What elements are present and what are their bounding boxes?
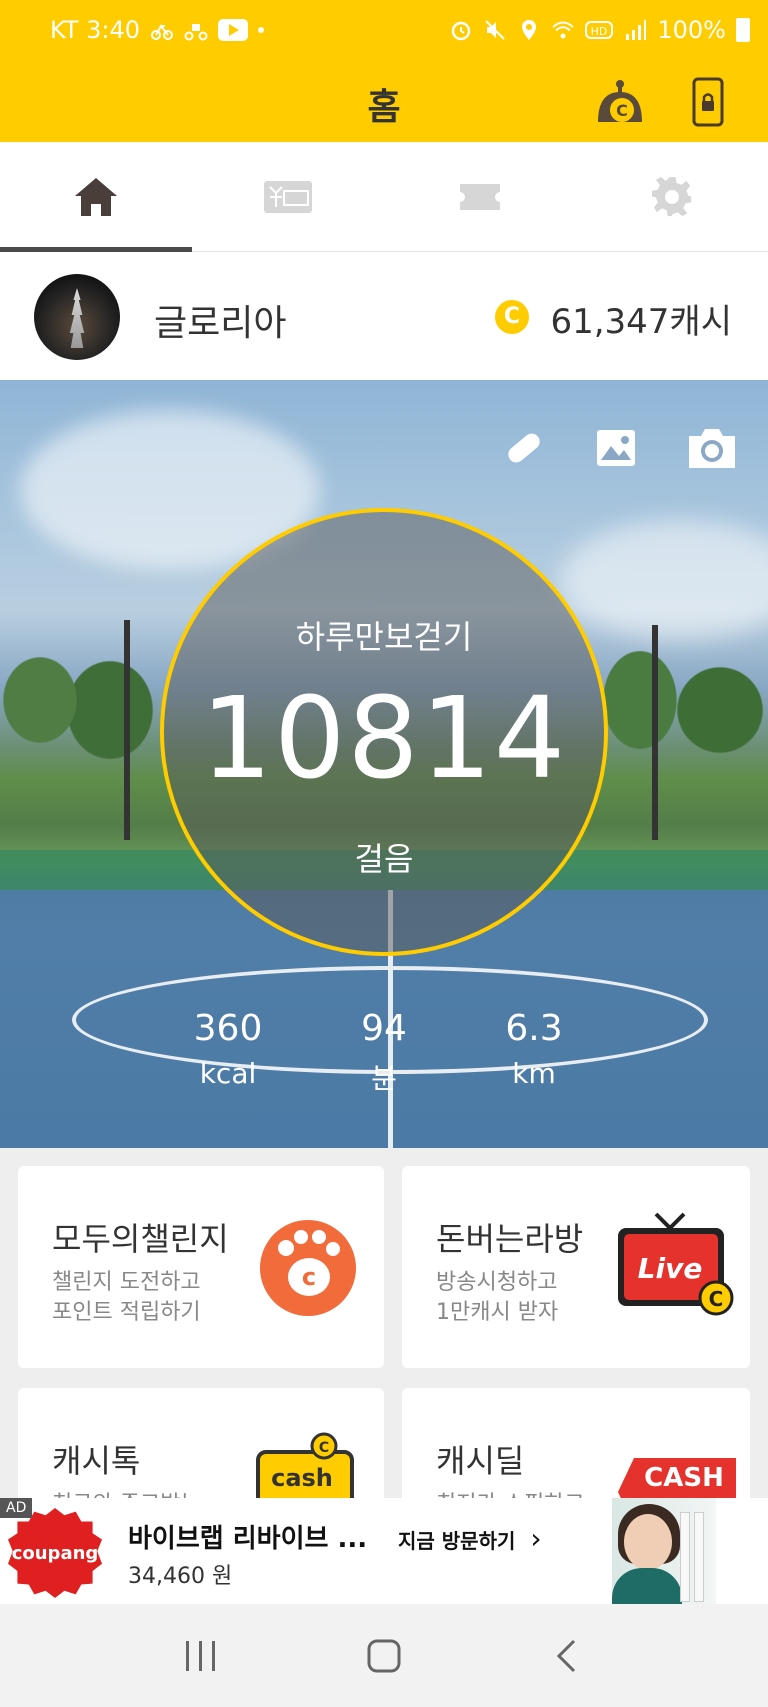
svg-text:C: C — [709, 1287, 724, 1311]
cash-character-button[interactable]: C — [592, 74, 648, 130]
app-header: 홈 C — [0, 60, 768, 142]
system-nav-bar — [0, 1604, 768, 1707]
pill-icon — [508, 433, 540, 463]
ad-visit-button[interactable]: 지금 방문하기 › — [398, 1522, 542, 1555]
cash-character-icon: C — [598, 80, 642, 122]
stat-calories-unit: kcal — [199, 1057, 257, 1090]
tab-ticket[interactable] — [384, 142, 576, 251]
cash-talk-icon: cash C — [256, 1432, 354, 1500]
gear-icon — [652, 176, 692, 216]
lock-screen-button[interactable] — [680, 74, 736, 130]
battery-percent: 100% — [657, 16, 726, 44]
chevron-right-icon: › — [530, 1522, 542, 1555]
card-live-broadcast[interactable]: 돈버는라방 방송시청하고 1만캐시 받자 Live C — [402, 1166, 750, 1368]
location-icon — [522, 20, 537, 40]
stat-minutes-unit: 분 — [371, 1062, 397, 1095]
svg-text:C: C — [319, 1440, 329, 1456]
battery-icon — [736, 18, 750, 42]
camera-icon — [689, 429, 735, 468]
paw-coin-icon: c — [260, 1220, 356, 1316]
step-counter-label: 하루만보걷기 — [295, 618, 473, 656]
card-cashtalk-title: 캐시톡 — [52, 1442, 141, 1480]
tab-gift[interactable] — [192, 142, 384, 251]
gallery-button[interactable] — [588, 420, 644, 476]
card-live-title: 돈버는라방 — [436, 1220, 584, 1258]
ad-banner[interactable]: coupang AD 바이브랩 리바이브 ... 34,460 원 지금 방문하… — [0, 1498, 768, 1604]
ad-product-image — [612, 1498, 716, 1604]
signal-icon — [626, 20, 647, 40]
stat-distance-unit: km — [512, 1057, 556, 1090]
home-icon — [75, 177, 117, 216]
step-count: 10814 — [200, 674, 568, 804]
svg-text:C: C — [616, 101, 628, 120]
page-title: 홈 — [367, 87, 401, 128]
pedometer-hero: 하루만보걷기 10814 걸음 360 kcal 94 분 6.3 km — [0, 380, 768, 1148]
step-unit: 걸음 — [354, 840, 414, 878]
youtube-icon — [218, 19, 249, 41]
card-challenge[interactable]: 모두의챌린지 챌린지 도전하고 포인트 적립하기 c — [18, 1166, 384, 1368]
home-circle-icon — [367, 1639, 401, 1672]
ad-title: 바이브랩 리바이브 ... — [128, 1524, 368, 1554]
phone-lock-icon — [692, 77, 724, 127]
card-challenge-subtitle: 챌린지 도전하고 포인트 적립하기 — [52, 1270, 201, 1325]
svg-text:cash: cash — [271, 1464, 333, 1492]
tab-settings[interactable] — [576, 142, 768, 251]
carrier-time: KT 3:40 — [50, 16, 141, 44]
bike-icon — [151, 24, 174, 40]
gift-coupon-icon — [264, 180, 312, 213]
ad-visit-label: 지금 방문하기 — [398, 1529, 516, 1553]
card-cashdeal-title: 캐시딜 — [436, 1442, 525, 1480]
image-icon — [597, 430, 635, 466]
avatar[interactable] — [34, 274, 120, 360]
svg-text:Live: Live — [638, 1252, 703, 1285]
svg-text:HD: HD — [591, 25, 608, 38]
tab-bar — [0, 142, 768, 252]
svg-text:CASH: CASH — [644, 1463, 724, 1493]
ad-price: 34,460 원 — [128, 1564, 233, 1589]
step-counter-ring[interactable]: 하루만보걷기 10814 걸음 — [160, 508, 608, 956]
notification-dot-icon — [258, 27, 265, 33]
wifi-icon — [552, 21, 575, 39]
hd-voice-icon: HD — [585, 21, 614, 39]
recent-apps-icon — [186, 1640, 216, 1671]
back-button[interactable] — [527, 1616, 607, 1696]
pill-button[interactable] — [496, 420, 552, 476]
tab-home[interactable] — [0, 142, 192, 252]
back-icon — [556, 1639, 575, 1672]
bike-delivery-icon — [184, 24, 208, 41]
ad-label: AD — [0, 1498, 33, 1518]
ticket-icon — [460, 183, 500, 210]
live-tv-icon: Live C — [618, 1212, 734, 1316]
stat-minutes-value: 94 — [361, 1008, 407, 1049]
cash-balance[interactable]: 61,347캐시 — [550, 294, 732, 343]
coupang-logo: coupang — [8, 1508, 102, 1598]
stat-distance-value: 6.3 — [505, 1008, 563, 1049]
cash-coin-icon: C — [495, 300, 529, 334]
alarm-icon — [452, 21, 471, 41]
card-live-subtitle: 방송시청하고 1만캐시 받자 — [436, 1270, 559, 1325]
status-bar: KT 3:40 HD 100% — [0, 0, 768, 60]
recent-apps-button[interactable] — [161, 1616, 241, 1696]
card-challenge-title: 모두의챌린지 — [52, 1220, 229, 1258]
profile-row: 글로리아 C 61,347캐시 — [0, 252, 768, 380]
mute-icon — [485, 20, 506, 40]
stat-distance: 6.3 km — [454, 1008, 614, 1090]
stat-minutes: 94 분 — [304, 1008, 464, 1097]
username: 글로리아 — [154, 303, 287, 344]
camera-button[interactable] — [684, 420, 740, 476]
home-nav-button[interactable] — [344, 1616, 424, 1696]
stat-calories: 360 kcal — [148, 1008, 308, 1090]
stat-calories-value: 360 — [193, 1008, 263, 1049]
